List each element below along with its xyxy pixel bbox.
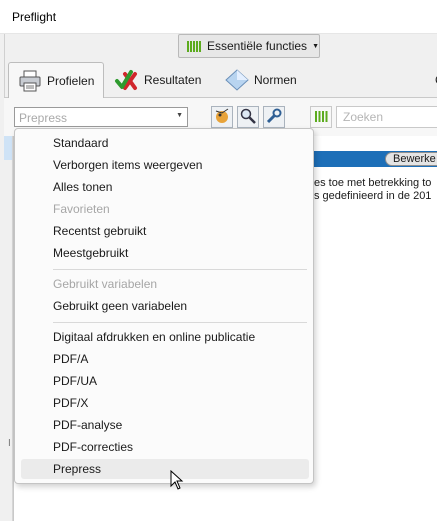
menu-item-meestgebruikt[interactable]: Meestgebruikt <box>21 243 309 263</box>
magnifier-icon <box>239 107 257 128</box>
menu-separator <box>53 269 307 270</box>
description-line: es toe met betrekking to <box>314 177 432 189</box>
essentials-label: Essentiële functies <box>207 39 308 53</box>
printer-icon <box>17 68 43 94</box>
chevron-down-icon: ▼ <box>312 42 319 50</box>
tab-label: Resultaten <box>144 73 202 87</box>
tab-normen[interactable]: Normen <box>224 62 297 98</box>
window-title: Preflight <box>12 10 57 24</box>
menu-item-favorieten: Favorieten <box>53 202 110 216</box>
selected-row[interactable] <box>4 136 12 160</box>
edit-profile-button[interactable] <box>263 106 285 128</box>
bars-icon <box>187 40 201 52</box>
menu-item-standaard[interactable]: Standaard <box>21 133 309 153</box>
bird-icon <box>213 107 231 128</box>
menu-item-verborgen-items[interactable]: Verborgen items weergeven <box>21 155 309 175</box>
bars-icon <box>314 109 328 126</box>
menu-item-pdf-ua[interactable]: PDF/UA <box>21 371 309 391</box>
profile-list: I <box>4 136 13 521</box>
description-line: s gedefinieerd in de 201 <box>314 190 432 202</box>
title-bar: Preflight <box>0 0 437 34</box>
menu-item-pdf-x[interactable]: PDF/X <box>21 393 309 413</box>
mouse-cursor-icon <box>170 469 184 490</box>
tab-label: Normen <box>254 73 297 87</box>
wrench-icon <box>265 107 283 128</box>
menu-item-alles-tonen[interactable]: Alles tonen <box>21 177 309 197</box>
menu-item-digitaal-afdrukken[interactable]: Digitaal afdrukken en online publicatie <box>21 327 309 347</box>
search-input[interactable]: Zoeken <box>336 106 437 128</box>
profile-filter-menu: Standaard Verborgen items weergeven Alle… <box>14 128 314 484</box>
profile-dropdown[interactable]: Prepress ▼ <box>14 107 188 127</box>
profile-options-button[interactable] <box>211 106 233 128</box>
tab-bar: Profielen Resultaten Normen C <box>4 62 437 99</box>
tab-label: Profielen <box>47 74 95 88</box>
tab-profielen[interactable]: Profielen <box>8 62 104 99</box>
search-placeholder: Zoeken <box>343 110 384 124</box>
menu-item-gebruikt-variabelen: Gebruikt variabelen <box>53 277 158 291</box>
menu-separator <box>53 322 307 323</box>
menu-item-prepress[interactable]: Prepress <box>21 459 309 479</box>
row-marker: I <box>8 438 11 449</box>
menu-item-pdf-correcties[interactable]: PDF-correcties <box>21 437 309 457</box>
menu-item-pdf-analyse[interactable]: PDF-analyse <box>21 415 309 435</box>
search-profiles-button[interactable] <box>237 106 259 128</box>
menu-item-recentst-gebruikt[interactable]: Recentst gebruikt <box>21 221 309 241</box>
tab-resultaten[interactable]: Resultaten <box>114 62 201 98</box>
menu-item-pdf-a[interactable]: PDF/A <box>21 349 309 369</box>
menu-item-gebruikt-geen-variabelen[interactable]: Gebruikt geen variabelen <box>21 296 309 316</box>
profile-description: es toe met betrekking to s gedefinieerd … <box>314 177 431 203</box>
essentials-button[interactable]: Essentiële functies ▼ <box>178 34 320 58</box>
diamond-icon <box>224 67 250 93</box>
edit-button[interactable]: Bewerke <box>385 152 437 166</box>
profile-dropdown-value: Prepress <box>19 111 68 125</box>
essentials-filter-button[interactable] <box>310 106 332 128</box>
chevron-down-icon: ▼ <box>176 112 183 119</box>
check-x-icon <box>114 67 140 93</box>
